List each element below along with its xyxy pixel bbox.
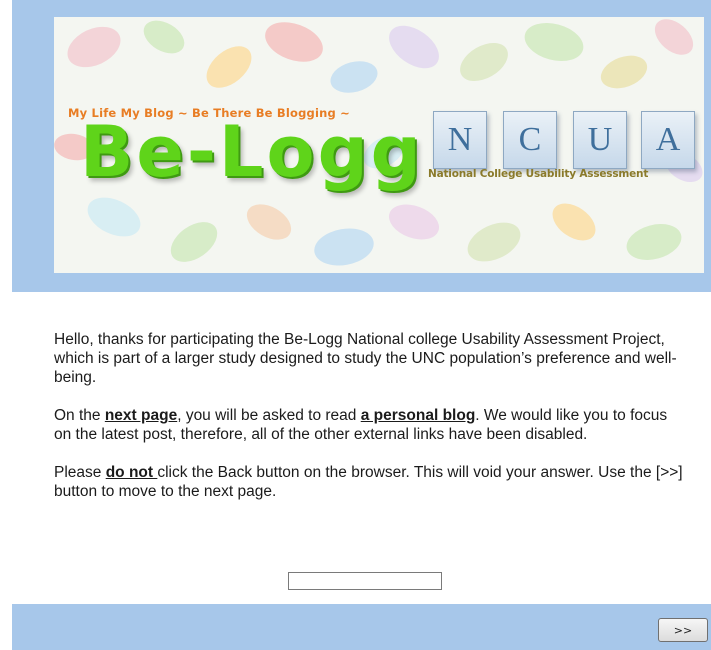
para2-text-a: On the	[54, 407, 105, 424]
do-not-emphasis: do not	[105, 464, 158, 481]
header-band: My Life My Blog ~ Be There Be Blogging ~…	[12, 0, 711, 292]
banner-subtitle: National College Usability Assessment	[428, 168, 649, 180]
tile-c: C	[503, 111, 557, 169]
be-logg-logo: Be-Logg	[80, 111, 424, 193]
paragraph-next-page: On the next page, you will be asked to r…	[54, 406, 684, 444]
footer-band	[12, 604, 711, 650]
intro-text: Hello, thanks for participating the Be-L…	[54, 330, 684, 520]
banner-image: My Life My Blog ~ Be There Be Blogging ~…	[54, 17, 704, 273]
paragraph-warning: Please do not click the Back button on t…	[54, 463, 684, 501]
survey-page: My Life My Blog ~ Be There Be Blogging ~…	[12, 0, 711, 650]
ncua-tiles: N C U A	[433, 111, 695, 171]
tile-a: A	[641, 111, 695, 169]
response-input[interactable]	[288, 572, 442, 590]
paragraph-thanks: Hello, thanks for participating the Be-L…	[54, 331, 677, 386]
next-page-emphasis: next page	[104, 407, 178, 424]
personal-blog-emphasis: a personal blog	[360, 407, 476, 424]
para3-text-a: Please	[54, 464, 106, 481]
tile-n: N	[433, 111, 487, 169]
tile-u: U	[573, 111, 627, 169]
next-button[interactable]: >>	[658, 618, 708, 642]
para2-text-b: , you will be asked to read	[177, 407, 361, 424]
